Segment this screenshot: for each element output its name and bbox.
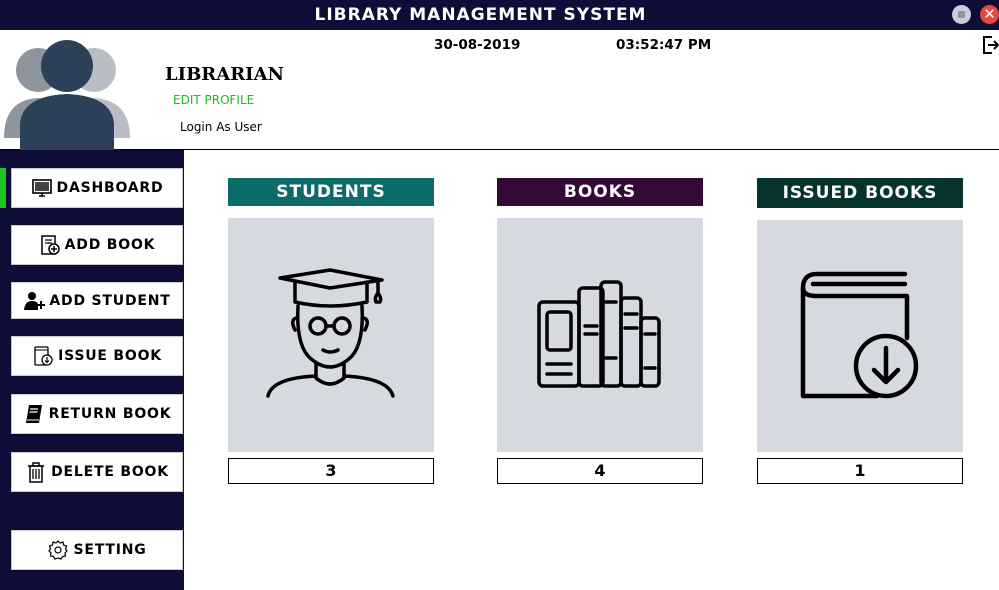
window-title: LIBRARY MANAGEMENT SYSTEM [314, 5, 647, 25]
issued-books-card-title: ISSUED BOOKS [757, 178, 963, 208]
sidebar-item-label: DELETE BOOK [51, 464, 169, 480]
sidebar-item-delete-book[interactable]: DELETE BOOK [11, 452, 183, 492]
sidebar-item-label: RETURN BOOK [48, 406, 172, 422]
sidebar-item-issue-book[interactable]: ISSUE BOOK [11, 336, 183, 376]
user-role: LIBRARIAN [165, 64, 285, 85]
book-download-icon [800, 271, 919, 399]
header: LIBRARIAN EDIT PROFILE Login As User 30-… [0, 30, 999, 150]
sidebar-item-label: SETTING [73, 542, 147, 558]
sidebar-item-return-book[interactable]: RETURN BOOK [11, 394, 183, 434]
sidebar-item-dashboard[interactable]: DASHBOARD [11, 168, 183, 208]
users-group-icon [4, 40, 130, 150]
close-button[interactable]: ✕ [980, 5, 999, 24]
logout-icon[interactable] [982, 35, 999, 55]
books-count: 4 [497, 458, 703, 484]
title-bar: LIBRARY MANAGEMENT SYSTEM ✕ [0, 0, 999, 30]
books-card-title: BOOKS [497, 178, 703, 206]
sidebar-item-label: ADD BOOK [64, 237, 156, 253]
minimize-button[interactable] [952, 5, 971, 24]
books-icon [537, 280, 661, 388]
issued-books-count: 1 [757, 458, 963, 484]
students-card[interactable] [228, 218, 434, 452]
issue-book-icon [34, 346, 53, 366]
issued-books-card[interactable] [757, 220, 963, 452]
sidebar-item-add-book[interactable]: ADD BOOK [11, 225, 183, 265]
add-user-icon [24, 291, 46, 310]
trash-icon [28, 462, 45, 483]
current-time: 03:52:47 PM [616, 37, 712, 53]
add-book-icon [40, 235, 60, 255]
books-card[interactable] [497, 218, 703, 452]
settings-icon [48, 540, 69, 560]
sidebar-item-label: ISSUE BOOK [58, 348, 162, 364]
active-indicator [0, 168, 6, 208]
students-card-title: STUDENTS [228, 178, 434, 206]
sidebar-item-setting[interactable]: SETTING [11, 530, 183, 570]
monitor-icon [31, 179, 52, 197]
edit-profile-link[interactable]: EDIT PROFILE [173, 93, 254, 107]
book-icon [25, 405, 42, 423]
student-icon [266, 268, 395, 398]
login-as-user-link[interactable]: Login As User [180, 120, 262, 134]
current-date: 30-08-2019 [434, 37, 521, 53]
sidebar-item-label: ADD STUDENT [49, 292, 171, 309]
sidebar-item-label: DASHBOARD [56, 180, 164, 196]
sidebar-item-add-student[interactable]: ADD STUDENT [11, 282, 183, 319]
students-count: 3 [228, 458, 434, 484]
